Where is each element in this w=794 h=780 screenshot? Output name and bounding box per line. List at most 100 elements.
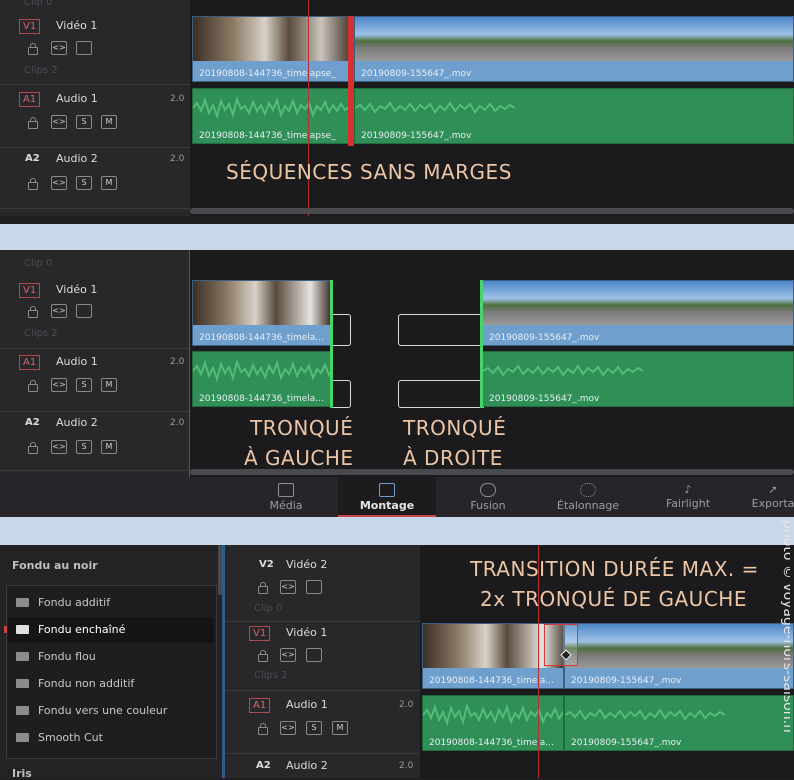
track-badge-v1[interactable]: V1	[249, 626, 271, 641]
solo-button[interactable]: S	[76, 378, 92, 392]
tab-fairlight[interactable]: ♪ Fairlight	[642, 477, 734, 517]
track-badge-v2[interactable]: V2	[256, 558, 277, 571]
track-badge-a2[interactable]: A2	[22, 152, 43, 165]
lock-icon[interactable]	[28, 442, 38, 454]
lock-icon[interactable]	[258, 723, 268, 735]
auto-select-icon[interactable]: <>	[280, 721, 296, 735]
mute-button[interactable]: M	[101, 115, 117, 129]
solo-button[interactable]: S	[76, 440, 92, 454]
lock-icon[interactable]	[28, 306, 38, 318]
rocket-icon: ➚	[768, 483, 778, 496]
auto-select-icon[interactable]: <>	[51, 304, 67, 318]
clip-name: 20190808-144736_timela...	[199, 394, 324, 404]
tab-media[interactable]: Média	[238, 477, 334, 517]
track-name-v2: Vidéo 2	[286, 558, 328, 571]
watermark-text: photo © voyage-hors-saison.fr	[780, 520, 790, 735]
video-clip-timelapse-trimmed[interactable]: 20190808-144736_timela...	[192, 280, 332, 346]
effect-item-fondu-additif[interactable]: Fondu additif	[8, 590, 214, 616]
auto-select-icon[interactable]: <>	[51, 41, 67, 55]
effects-category-iris[interactable]: Iris	[12, 767, 32, 780]
track-badge-a2[interactable]: A2	[253, 759, 274, 772]
clip-count-label: Clip 0	[254, 603, 283, 614]
audio-clip-timelapse[interactable]: 20190808-144736_timelapse_	[192, 88, 354, 144]
playhead[interactable]	[189, 250, 190, 477]
clip-name: 20190809-155647_.mov	[361, 69, 472, 79]
solo-button[interactable]: S	[76, 115, 92, 129]
track-badge-v1[interactable]: V1	[19, 19, 41, 34]
video-clip-timelapse[interactable]: 20190808-144736_timelapse_	[192, 16, 354, 82]
tab-montage[interactable]: Montage	[338, 477, 436, 517]
lock-icon[interactable]	[258, 650, 268, 662]
waveform	[423, 702, 563, 727]
track-name-a2: Audio 2	[56, 416, 98, 429]
effect-item-fondu-enchaine[interactable]: Fondu enchaîné	[8, 617, 214, 643]
lock-icon[interactable]	[28, 117, 38, 129]
effect-item-fondu-couleur[interactable]: Fondu vers une couleur	[8, 698, 214, 724]
audio-clip-timelapse-trimmed[interactable]: 20190808-144736_timela...	[192, 351, 332, 407]
lock-icon[interactable]	[28, 178, 38, 190]
timeline-scrollbar[interactable]	[190, 208, 794, 214]
mute-button[interactable]: M	[101, 176, 117, 190]
video-clip-road[interactable]: 20190809-155647_.mov	[354, 16, 794, 82]
track-name-a1: Audio 1	[56, 355, 98, 368]
lock-icon[interactable]	[28, 380, 38, 392]
auto-select-icon[interactable]: <>	[51, 176, 67, 190]
effect-item-fondu-flou[interactable]: Fondu flou	[8, 644, 214, 670]
monitor-icon[interactable]	[306, 580, 322, 594]
audio-clip-road-trimmed[interactable]: 20190809-155647_.mov	[482, 351, 794, 407]
track-badge-a2[interactable]: A2	[22, 416, 43, 429]
watermark: photo © voyage-hors-saison.fr	[780, 520, 790, 735]
track-name-v1: Vidéo 1	[56, 19, 98, 32]
effects-category-title: Fondu au noir	[12, 559, 98, 572]
video-clip-road-trimmed[interactable]: 20190809-155647_.mov	[482, 280, 794, 346]
track-name-a2: Audio 2	[286, 759, 328, 772]
trim-handle-left[interactable]	[330, 280, 333, 408]
auto-select-icon[interactable]: <>	[280, 648, 296, 662]
annotation-trim-right-line1: TRONQUÉ	[403, 416, 507, 440]
music-note-icon: ♪	[684, 483, 692, 496]
transition-icon	[16, 652, 29, 661]
track-badge-a1[interactable]: A1	[19, 355, 41, 370]
annotation-transition-line2: 2x TRONQUÉ DE GAUCHE	[480, 587, 747, 611]
separator-band	[0, 517, 794, 545]
transition-icon	[16, 625, 29, 634]
mute-button[interactable]: M	[101, 378, 117, 392]
audio-clip-road[interactable]: 20190809-155647_.mov	[564, 695, 794, 751]
effect-item-smooth-cut[interactable]: Smooth Cut	[8, 725, 214, 751]
lock-icon[interactable]	[258, 582, 268, 594]
track-name-a1: Audio 1	[56, 92, 98, 105]
trim-handle-right[interactable]	[480, 280, 483, 408]
trimmed-region-outline	[330, 380, 351, 408]
edit-point-marker[interactable]	[348, 16, 354, 146]
auto-select-icon[interactable]: <>	[280, 580, 296, 594]
audio-clip-timelapse[interactable]: 20190808-144736_timela...	[422, 695, 564, 751]
track-badge-a1[interactable]: A1	[19, 92, 41, 107]
video-clip-road[interactable]: 20190809-155647_.mov	[564, 623, 794, 689]
effect-item-fondu-non-additif[interactable]: Fondu non additif	[8, 671, 214, 697]
auto-select-icon[interactable]: <>	[51, 378, 67, 392]
lock-icon[interactable]	[28, 43, 38, 55]
tab-fusion[interactable]: Fusion	[440, 477, 536, 517]
track-badge-v1[interactable]: V1	[19, 283, 41, 298]
monitor-icon[interactable]	[76, 41, 92, 55]
mute-button[interactable]: M	[101, 440, 117, 454]
tab-color[interactable]: Étalonnage	[538, 477, 638, 517]
annotation-trim-right-line2: À DROITE	[403, 446, 503, 470]
audio-level: 2.0	[170, 94, 185, 104]
monitor-icon[interactable]	[76, 304, 92, 318]
transition-icon	[16, 706, 29, 715]
track-badge-a1[interactable]: A1	[249, 698, 271, 713]
mute-button[interactable]: M	[332, 721, 348, 735]
tab-export[interactable]: ➚ Exporta	[738, 477, 794, 517]
auto-select-icon[interactable]: <>	[51, 115, 67, 129]
monitor-icon[interactable]	[306, 648, 322, 662]
auto-select-icon[interactable]: <>	[51, 440, 67, 454]
solo-button[interactable]: S	[76, 176, 92, 190]
audio-clip-road[interactable]: 20190809-155647_.mov	[354, 88, 794, 144]
video-clip-timelapse[interactable]: 20190808-144736_timela...	[422, 623, 564, 689]
timeline-scrollbar[interactable]	[190, 469, 794, 475]
trimmed-region-outline	[330, 314, 351, 346]
transition-block[interactable]	[544, 624, 578, 666]
solo-button[interactable]: S	[306, 721, 322, 735]
waveform	[565, 708, 725, 721]
